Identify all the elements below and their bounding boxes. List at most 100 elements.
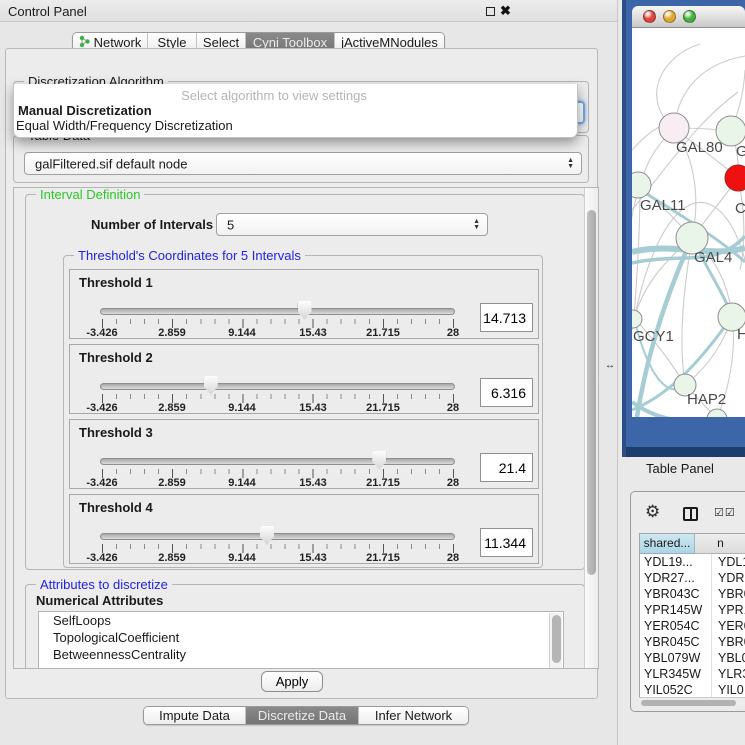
threshold-coordinates-group: Threshold's Coordinates for 5 Intervals … xyxy=(63,255,543,568)
slider-thumb[interactable] xyxy=(204,376,218,395)
checkboxes-icon[interactable]: ☑☑ xyxy=(714,506,736,519)
list-item[interactable]: BetweennessCentrality xyxy=(39,646,563,663)
minimize-traffic-light-icon[interactable] xyxy=(663,10,676,23)
list-scrollbar[interactable] xyxy=(549,613,562,669)
apply-button[interactable]: Apply xyxy=(261,671,323,692)
table-row[interactable]: YDL19...YDL1 xyxy=(640,554,745,570)
threshold-row-2: Threshold 2 -3.426 2.859 9.144 15.43 21.… xyxy=(69,344,539,414)
tick-label: -3.426 xyxy=(86,552,117,564)
column-header-shared[interactable]: shared... xyxy=(640,534,695,554)
tick-label: 15.43 xyxy=(299,477,327,489)
list-item[interactable]: SelfLoops xyxy=(39,612,563,629)
cell: YER054C xyxy=(640,618,712,634)
window-frame-edge xyxy=(626,447,745,457)
scrollbar-thumb[interactable] xyxy=(587,210,596,575)
control-panel-titlebar: Control Panel ✖ xyxy=(0,0,617,22)
threshold-value-field[interactable] xyxy=(480,378,533,407)
num-intervals-select[interactable]: 5 ▲▼ xyxy=(216,213,488,236)
list-item[interactable]: TopologicalCoefficient xyxy=(39,629,563,646)
network-canvas[interactable]: GAL80 G. C GAL11 GAL4 GCY1 H HAP2 xyxy=(632,28,745,417)
settings-scroll-area: Interval Definition Number of Intervals … xyxy=(13,187,599,669)
table-row[interactable]: YLR345WYLR3 xyxy=(640,666,745,682)
slider-major-ticks xyxy=(102,319,454,328)
attributes-list: SelfLoops TopologicalCoefficient Between… xyxy=(38,611,564,669)
table-panel-window: ⚙ ☑☑ shared... n YDL19...YDL1 YDR27...YD… xyxy=(630,491,745,712)
table-row[interactable]: YDR27...YDR2 xyxy=(640,570,745,586)
attributes-group: Attributes to discretize Numerical Attri… xyxy=(25,584,585,669)
cell: YDR27... xyxy=(640,570,712,586)
table-row[interactable]: YPR145WYPR1 xyxy=(640,602,745,618)
slider-track[interactable] xyxy=(100,458,455,465)
cell: YBR0 xyxy=(712,586,745,602)
tick-label: 21.715 xyxy=(366,402,400,414)
tab-impute-data[interactable]: Impute Data xyxy=(144,707,246,724)
table-row[interactable]: YIL052CYIL0 xyxy=(640,682,745,698)
group-title: Interval Definition xyxy=(36,187,144,202)
slider-thumb[interactable] xyxy=(260,526,274,545)
threshold-value-field[interactable] xyxy=(480,453,533,482)
cell: YLR3 xyxy=(712,666,745,682)
dropdown-item-manual[interactable]: Manual Discretization xyxy=(18,103,152,118)
threshold-value-field[interactable] xyxy=(480,528,533,557)
slider-major-ticks xyxy=(102,469,454,478)
interval-definition-group: Interval Definition Number of Intervals … xyxy=(25,194,585,570)
tab-discretize-data[interactable]: Discretize Data xyxy=(246,707,359,724)
tick-label: 2.859 xyxy=(158,477,186,489)
cell: YIL052C xyxy=(640,682,712,698)
threshold-value-field[interactable] xyxy=(480,303,533,332)
node-label: GAL80 xyxy=(676,139,723,156)
close-icon[interactable]: ✖ xyxy=(500,3,511,19)
slider-major-ticks xyxy=(102,394,454,403)
cyni-toolbox-panel: Discretization Algorithm Select algorith… xyxy=(5,48,598,699)
node-label: G. xyxy=(736,143,745,160)
slider-track[interactable] xyxy=(100,383,455,390)
node-attribute-table: shared... n YDL19...YDL1 YDR27...YDR2 YB… xyxy=(639,533,745,699)
slider-track[interactable] xyxy=(100,308,455,315)
zoom-traffic-light-icon[interactable] xyxy=(683,10,696,23)
dropdown-item-equal-width[interactable]: Equal Width/Frequency Discretization xyxy=(16,118,233,133)
table-row[interactable]: YBR043CYBR0 xyxy=(640,586,745,602)
node-label: C xyxy=(735,200,745,217)
tick-label: -3.426 xyxy=(86,477,117,489)
table-data-select[interactable]: galFiltered.sif default node ▲▼ xyxy=(24,152,582,175)
table-row[interactable]: YER054CYER0 xyxy=(640,618,745,634)
table-header-row: shared... n xyxy=(640,534,745,554)
cell: YIL0 xyxy=(712,682,745,698)
settings-scrollbar[interactable] xyxy=(584,188,598,668)
threshold-row-3: Threshold 3 -3.426 2.859 9.144 15.43 21.… xyxy=(69,419,539,489)
network-window-titlebar[interactable] xyxy=(632,6,745,28)
close-traffic-light-icon[interactable] xyxy=(643,10,656,23)
gear-icon[interactable]: ⚙ xyxy=(645,503,660,520)
stepper-arrows-icon: ▲▼ xyxy=(567,158,574,170)
table-horizontal-scrollbar[interactable] xyxy=(639,697,745,706)
numerical-attributes-label: Numerical Attributes xyxy=(36,593,163,608)
columns-icon[interactable] xyxy=(683,507,698,521)
algorithm-dropdown-popup: Select algorithm to view settings Manual… xyxy=(13,84,578,138)
scrollbar-thumb[interactable] xyxy=(641,700,736,706)
cell: YBR045C xyxy=(640,634,712,650)
table-data-group: Table Data galFiltered.sif default node … xyxy=(13,135,589,183)
tab-label: Impute Data xyxy=(159,708,230,723)
node-bottom[interactable] xyxy=(707,409,727,417)
node-selected-red[interactable] xyxy=(725,165,745,191)
table-row[interactable]: YBL079WYBL0 xyxy=(640,650,745,666)
mouse-cursor: ↔ xyxy=(605,360,615,371)
slider-thumb[interactable] xyxy=(298,301,312,320)
threshold-label: Threshold 1 xyxy=(79,275,153,290)
cell: YLR345W xyxy=(640,666,712,682)
tab-infer-network[interactable]: Infer Network xyxy=(359,707,468,724)
network-view-window: GAL80 G. C GAL11 GAL4 GCY1 H HAP2 xyxy=(622,0,745,457)
slider-thumb[interactable] xyxy=(372,451,386,470)
cell: YBL079W xyxy=(640,650,712,666)
node-label: GAL4 xyxy=(694,249,732,266)
group-title: Attributes to discretize xyxy=(36,577,172,592)
table-row[interactable]: YBR045CYBR0 xyxy=(640,634,745,650)
float-window-icon[interactable] xyxy=(486,7,495,16)
cell: YBL0 xyxy=(712,650,745,666)
cell: YBR043C xyxy=(640,586,712,602)
node-label: H xyxy=(737,326,745,343)
column-header-name[interactable]: n xyxy=(695,534,745,554)
tick-label: 9.144 xyxy=(228,552,256,564)
slider-track[interactable] xyxy=(100,533,455,540)
cell: YPR1 xyxy=(712,602,745,618)
